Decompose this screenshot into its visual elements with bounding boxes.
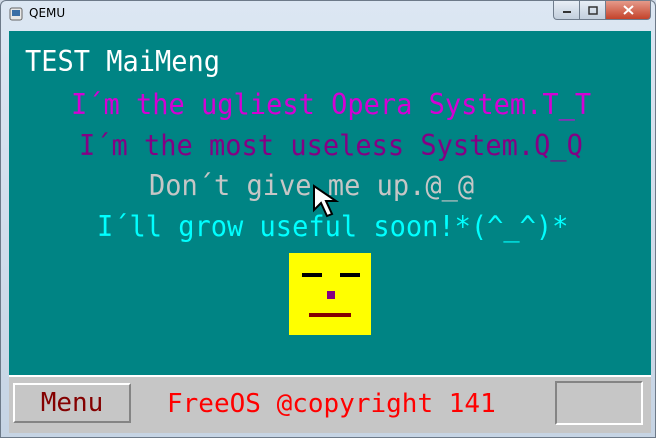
message-line-1: I´m the ugliest Opera System.T_T bbox=[71, 88, 592, 122]
minimize-button[interactable] bbox=[553, 1, 580, 20]
window-title: QEMU bbox=[29, 6, 66, 20]
qemu-window: QEMU TEST MaiMeng I´m the ugliest Opera … bbox=[0, 0, 656, 438]
copyright-text: FreeOS @copyright 141 bbox=[167, 389, 496, 419]
face-features bbox=[302, 273, 360, 317]
system-tray bbox=[555, 381, 643, 425]
maximize-icon bbox=[587, 5, 598, 15]
menu-button[interactable]: Menu bbox=[13, 383, 131, 423]
minimize-icon bbox=[562, 11, 571, 13]
face-icon bbox=[289, 253, 371, 335]
title-bar[interactable]: QEMU bbox=[1, 1, 655, 31]
message-line-2: I´m the most useless System.Q_Q bbox=[79, 129, 583, 163]
guest-screen[interactable]: TEST MaiMeng I´m the ugliest Opera Syste… bbox=[9, 31, 651, 433]
window-controls bbox=[553, 1, 651, 20]
os-heading: TEST MaiMeng bbox=[25, 45, 221, 79]
close-icon bbox=[622, 5, 634, 15]
taskbar: Menu FreeOS @copyright 141 bbox=[9, 375, 651, 433]
close-button[interactable] bbox=[605, 1, 651, 20]
taskbar-divider bbox=[9, 375, 651, 377]
qemu-app-icon bbox=[9, 7, 23, 21]
maximize-button[interactable] bbox=[579, 1, 606, 20]
mouse-cursor-icon bbox=[313, 184, 340, 218]
